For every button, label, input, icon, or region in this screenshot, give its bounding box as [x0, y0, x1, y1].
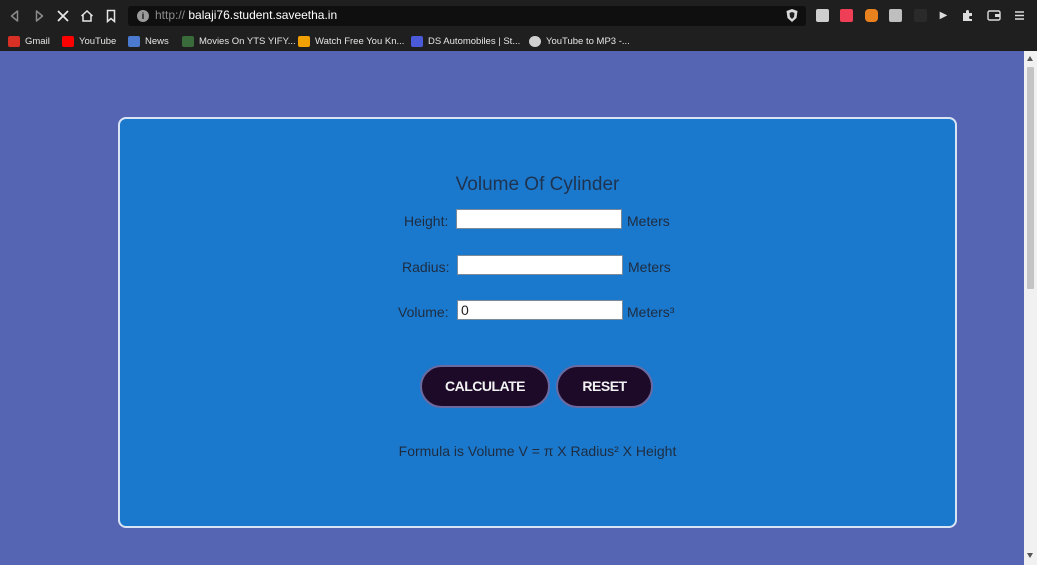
brave-shield-icon[interactable]	[785, 8, 799, 23]
globe-icon	[529, 35, 541, 47]
height-unit: Meters	[627, 213, 670, 229]
volume-label: Volume:	[398, 304, 449, 320]
volume-unit: Meters³	[627, 304, 675, 320]
bookmark-news[interactable]: News	[128, 34, 169, 48]
reset-button[interactable]: RESET	[556, 365, 653, 408]
image-extension-icon[interactable]	[889, 9, 902, 22]
bookmark-label: DS Automobiles | St...	[428, 35, 521, 47]
bookmark-watch-free[interactable]: Watch Free You Kn...	[298, 34, 404, 48]
page-title: Volume Of Cylinder	[455, 174, 620, 195]
wallet-icon[interactable]	[987, 9, 1001, 22]
bookmark-label: Watch Free You Kn...	[315, 35, 405, 47]
radius-input[interactable]	[457, 255, 623, 275]
hd-icon	[298, 35, 310, 47]
bookmarks-bar: Gmail YouTube News Movies On YTS YIFY...…	[0, 31, 1037, 51]
bookmark-label: YouTube to MP3 -...	[546, 35, 630, 47]
bookmark-icon[interactable]	[102, 7, 120, 25]
play-icon[interactable]: ▶	[937, 9, 950, 22]
calculate-button[interactable]: CALCULATE	[420, 365, 550, 408]
site-info-icon[interactable]: i	[137, 10, 149, 22]
scroll-up-icon[interactable]	[1027, 56, 1033, 61]
page-body: Volume Of Cylinder Height: Meters Radius…	[0, 51, 1024, 565]
bookmark-label: Movies On YTS YIFY...	[199, 35, 296, 47]
volume-output[interactable]	[457, 300, 623, 320]
home-icon[interactable]	[78, 7, 96, 25]
formula-text: Formula is Volume V = π X Radius² X Heig…	[398, 443, 677, 459]
menu-icon[interactable]	[1013, 9, 1026, 22]
bookmark-label: News	[145, 35, 169, 47]
bookmark-gmail[interactable]: Gmail	[8, 34, 50, 48]
height-input[interactable]	[456, 209, 622, 229]
yts-icon	[182, 35, 194, 47]
ds-icon	[411, 35, 423, 47]
news-icon	[128, 35, 140, 47]
bookmark-label: Gmail	[25, 35, 50, 47]
bookmark-yts[interactable]: Movies On YTS YIFY...	[182, 34, 296, 48]
browser-toolbar: i http:// balaji76.student.saveetha.in ▶	[0, 0, 1037, 31]
forward-icon[interactable]	[30, 7, 48, 25]
page-scrollbar[interactable]	[1024, 51, 1037, 565]
rewards-icon[interactable]	[914, 9, 927, 22]
scroll-down-icon[interactable]	[1027, 553, 1033, 558]
scrollbar-thumb[interactable]	[1027, 67, 1034, 289]
url-host: balaji76.student.saveetha.in	[188, 8, 338, 22]
height-label: Height:	[404, 213, 449, 229]
radius-label: Radius:	[402, 259, 450, 275]
bookmark-ds-automobiles[interactable]: DS Automobiles | St...	[411, 34, 520, 48]
stop-icon[interactable]	[54, 7, 72, 25]
bookmark-youtube[interactable]: YouTube	[62, 34, 116, 48]
bookmark-label: YouTube	[79, 35, 117, 47]
youtube-icon	[62, 35, 74, 47]
k-extension-icon[interactable]	[816, 9, 829, 22]
puzzle-icon[interactable]	[961, 9, 974, 22]
calculator-card: Volume Of Cylinder Height: Meters Radius…	[118, 117, 957, 528]
url-scheme: http://	[155, 8, 186, 22]
gmail-icon	[8, 35, 20, 47]
radius-unit: Meters	[628, 259, 671, 275]
url-text: http:// balaji76.student.saveetha.in	[155, 8, 337, 22]
back-icon[interactable]	[6, 7, 24, 25]
metamask-icon[interactable]	[865, 9, 878, 22]
bookmark-youtube-mp3[interactable]: YouTube to MP3 -...	[529, 34, 630, 48]
pocket-icon[interactable]	[840, 9, 853, 22]
address-bar[interactable]: i http:// balaji76.student.saveetha.in	[128, 6, 806, 26]
